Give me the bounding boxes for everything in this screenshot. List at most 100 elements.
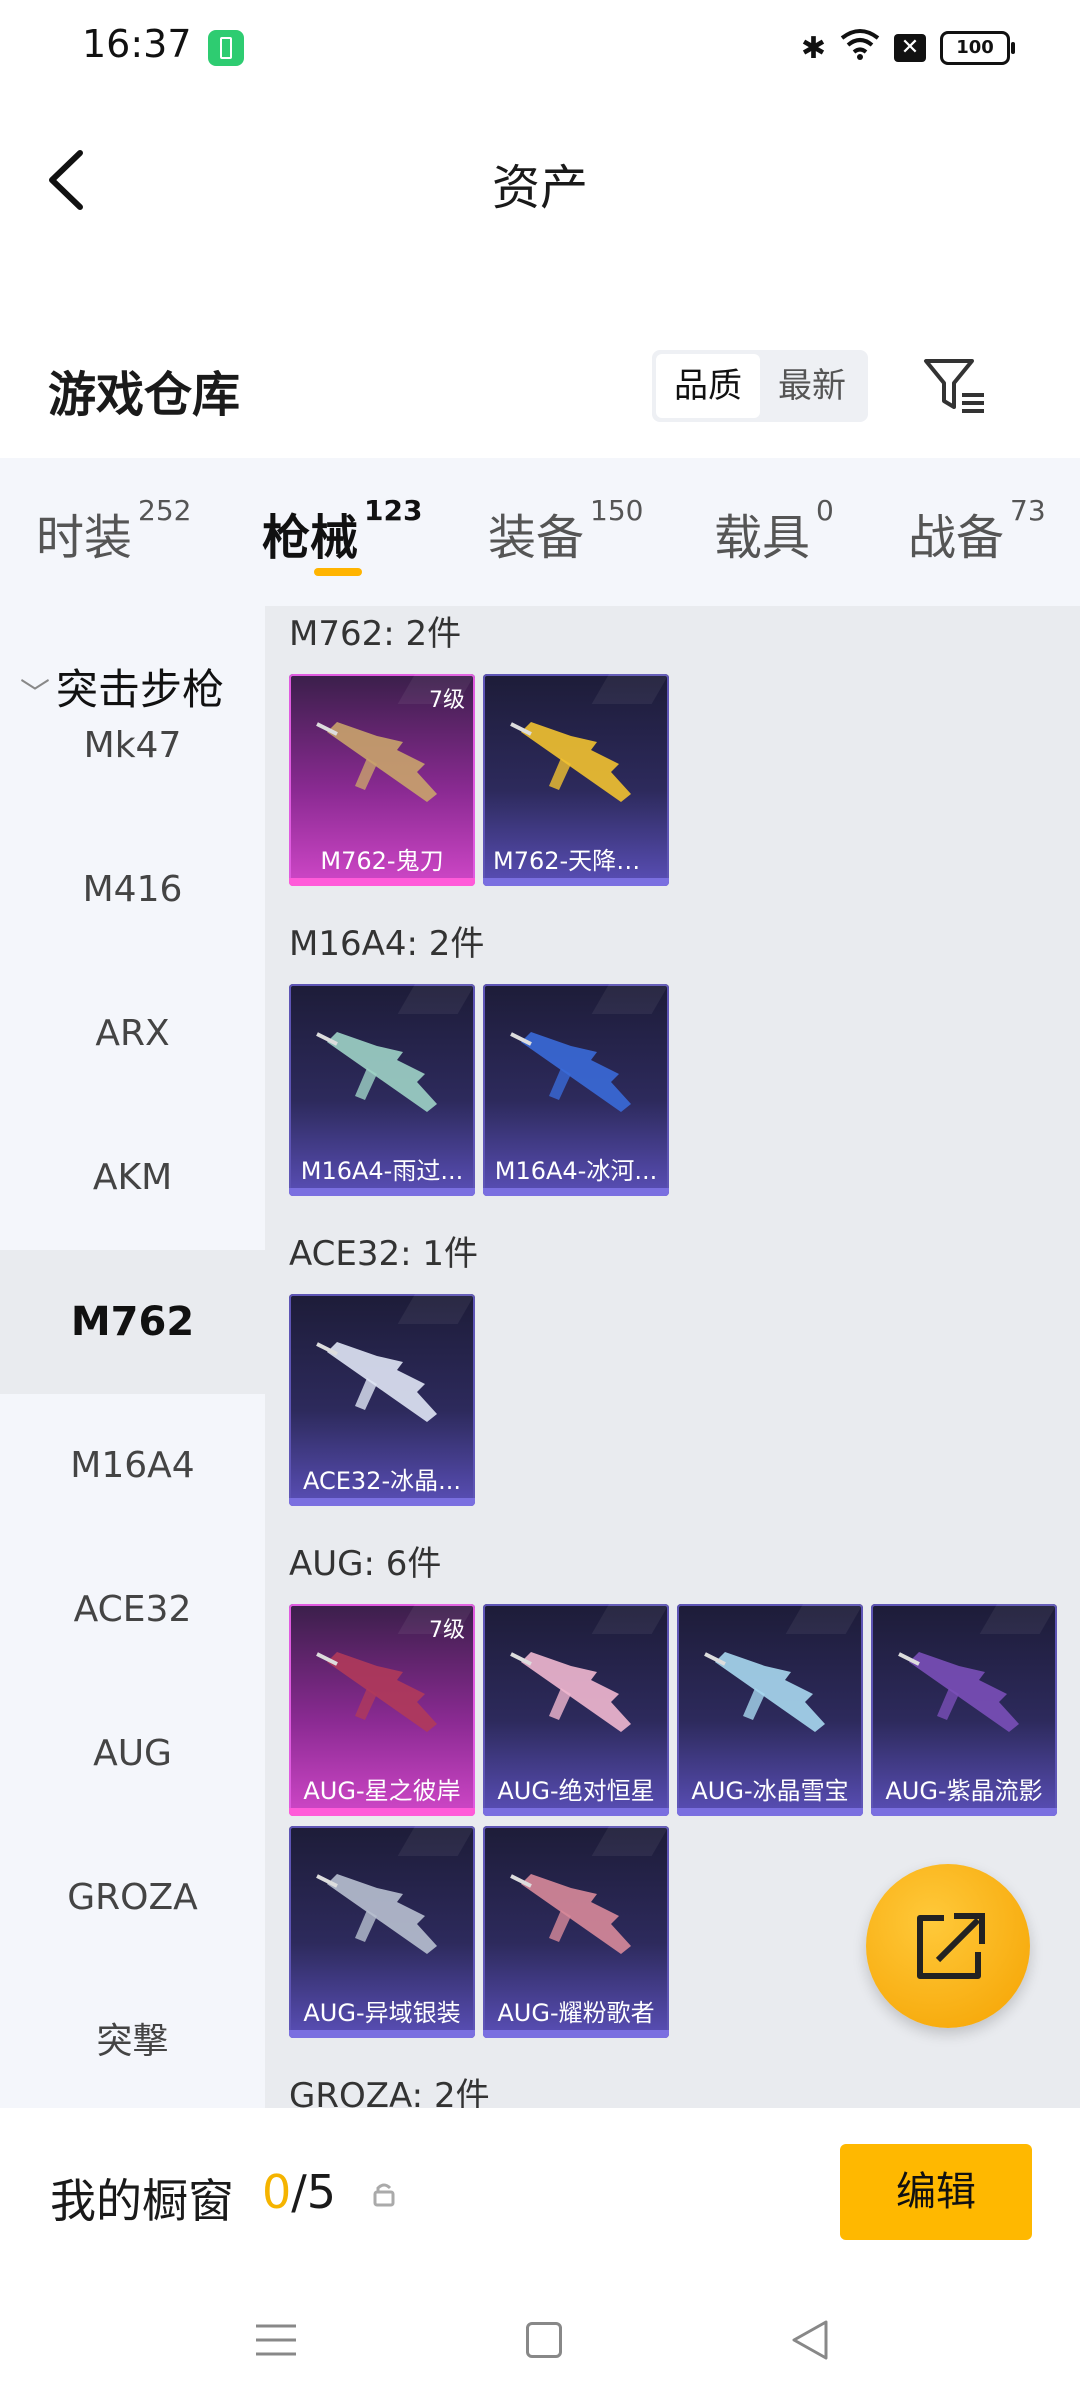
tab-vehicles[interactable]: 载具 0 (714, 494, 834, 568)
tab-count: 123 (364, 494, 423, 527)
sidebar-item-mk47[interactable]: Mk47 (0, 674, 265, 818)
gun-icon (316, 1874, 437, 1954)
no-sim-icon: ✕ (894, 34, 926, 62)
group-label-aug: AUG: 6件 (289, 1544, 442, 1584)
status-icons: ✱ ✕ 100 (800, 26, 1015, 70)
gun-icon (704, 1652, 825, 1732)
level-badge: 7级 (429, 1618, 465, 1643)
gun-icon (510, 1032, 631, 1112)
level-badge: 7级 (429, 688, 465, 713)
nav-back-button[interactable] (790, 2318, 830, 2362)
group-label-ace32: ACE32: 1件 (289, 1234, 479, 1274)
skin-name: AUG-耀粉歌者 (497, 1999, 655, 2027)
wifi-icon (840, 28, 880, 68)
skin-name: M762-天降萌... (493, 847, 664, 875)
nav-home-button[interactable] (526, 2322, 562, 2358)
gun-icon (510, 1874, 631, 1954)
sidebar-item-akm[interactable]: AKM (0, 1106, 265, 1250)
triangle-back-icon (792, 2320, 828, 2360)
skin-card[interactable]: 7级 M762-鬼刀 (289, 674, 475, 886)
gun-icon (316, 1342, 437, 1422)
tab-indicator (314, 568, 362, 576)
battery-saver-icon (208, 30, 244, 66)
showcase-count: 0/5 (262, 2165, 336, 2219)
skin-name: AUG-紫晶流影 (885, 1777, 1043, 1805)
rarity-bar (289, 1808, 475, 1816)
menu-icon (256, 2324, 296, 2356)
nav-menu-button[interactable] (256, 2322, 296, 2358)
showcase-current: 0 (262, 2165, 292, 2219)
sort-option-newest[interactable]: 最新 (760, 354, 864, 418)
sidebar-item-m762[interactable]: M762 (0, 1250, 265, 1394)
page-title: 资产 (491, 160, 588, 216)
share-icon (917, 1913, 985, 1979)
sort-toggle: 品质 最新 (652, 350, 868, 422)
rarity-bar (483, 2030, 669, 2038)
tab-equipment[interactable]: 装备 150 (488, 494, 643, 568)
tab-label: 载具 (714, 510, 811, 566)
skin-card[interactable]: AUG-异域银装 (289, 1826, 475, 2038)
sort-option-quality[interactable]: 品质 (656, 354, 760, 418)
sidebar-item-m416[interactable]: M416 (0, 818, 265, 962)
tab-count: 73 (1010, 494, 1046, 527)
sidebar-item-partial[interactable]: 突撃 (0, 1970, 265, 2108)
rarity-bar (483, 878, 669, 886)
sidebar-item-groza[interactable]: GROZA (0, 1826, 265, 1970)
skin-card[interactable]: ACE32-冰晶... (289, 1294, 475, 1506)
weapon-sidebar: ﹀ 突击步枪 Mk47 M416 ARX AKM M762 M16A4 ACE32… (0, 606, 265, 2108)
tab-outfits[interactable]: 时装 252 (36, 494, 191, 568)
skin-name: M762-鬼刀 (320, 847, 444, 875)
rarity-bar (289, 2030, 475, 2038)
skin-card[interactable]: M16A4-冰河... (483, 984, 669, 1196)
skin-name: AUG-绝对恒星 (497, 1777, 655, 1805)
gun-icon (898, 1652, 1019, 1732)
group-label-groza: GROZA: 2件 (289, 2076, 490, 2108)
section-title: 游戏仓库 (48, 367, 241, 423)
group-label-m762: M762: 2件 (289, 614, 462, 654)
skin-card[interactable]: AUG-耀粉歌者 (483, 1826, 669, 2038)
showcase-total: /5 (291, 2165, 337, 2219)
share-fab[interactable] (866, 1864, 1030, 2028)
rarity-bar (289, 878, 475, 886)
group-label-m16a4: M16A4: 2件 (289, 924, 485, 964)
skin-name: M16A4-雨过... (300, 1157, 464, 1185)
gun-icon (510, 722, 631, 802)
tab-count: 0 (816, 494, 834, 527)
skin-name: AUG-星之彼岸 (303, 1777, 461, 1805)
rarity-bar (677, 1808, 863, 1816)
tab-count: 252 (138, 494, 192, 527)
skin-name: AUG-异域银装 (303, 1999, 461, 2027)
showcase-label: 我的橱窗 (50, 2174, 234, 2228)
tab-supplies[interactable]: 战备 73 (908, 494, 1046, 568)
sidebar-item-m16a4[interactable]: M16A4 (0, 1394, 265, 1538)
tab-label: 枪械 (262, 510, 359, 566)
tab-guns[interactable]: 枪械 123 (262, 494, 422, 568)
rarity-bar (871, 1808, 1057, 1816)
sidebar-item-aug[interactable]: AUG (0, 1682, 265, 1826)
tab-label: 时装 (36, 510, 133, 566)
status-time: 16:37 (82, 22, 192, 66)
edit-button[interactable]: 编辑 (840, 2144, 1032, 2240)
skin-card[interactable]: AUG-紫晶流影 (871, 1604, 1057, 1816)
skin-card[interactable]: AUG-冰晶雪宝 (677, 1604, 863, 1816)
skin-card[interactable]: M16A4-雨过... (289, 984, 475, 1196)
tab-count: 150 (590, 494, 644, 527)
sidebar-item-ace32[interactable]: ACE32 (0, 1538, 265, 1682)
rarity-bar (289, 1498, 475, 1506)
rarity-bar (483, 1188, 669, 1196)
gun-icon (316, 1032, 437, 1112)
bluetooth-icon: ✱ (800, 30, 826, 66)
gun-icon (316, 722, 437, 802)
skin-name: ACE32-冰晶... (302, 1467, 461, 1495)
tab-label: 装备 (488, 510, 585, 566)
battery-icon: 100 (940, 31, 1015, 65)
sidebar-item-arx[interactable]: ARX (0, 962, 265, 1106)
skin-card[interactable]: M762-天降萌... (483, 674, 669, 886)
skin-card[interactable]: 7级 AUG-星之彼岸 (289, 1604, 475, 1816)
filter-icon (924, 359, 984, 413)
rarity-bar (483, 1808, 669, 1816)
gun-icon (316, 1652, 437, 1732)
skin-card[interactable]: AUG-绝对恒星 (483, 1604, 669, 1816)
rarity-bar (289, 1188, 475, 1196)
filter-button[interactable] (920, 355, 990, 415)
